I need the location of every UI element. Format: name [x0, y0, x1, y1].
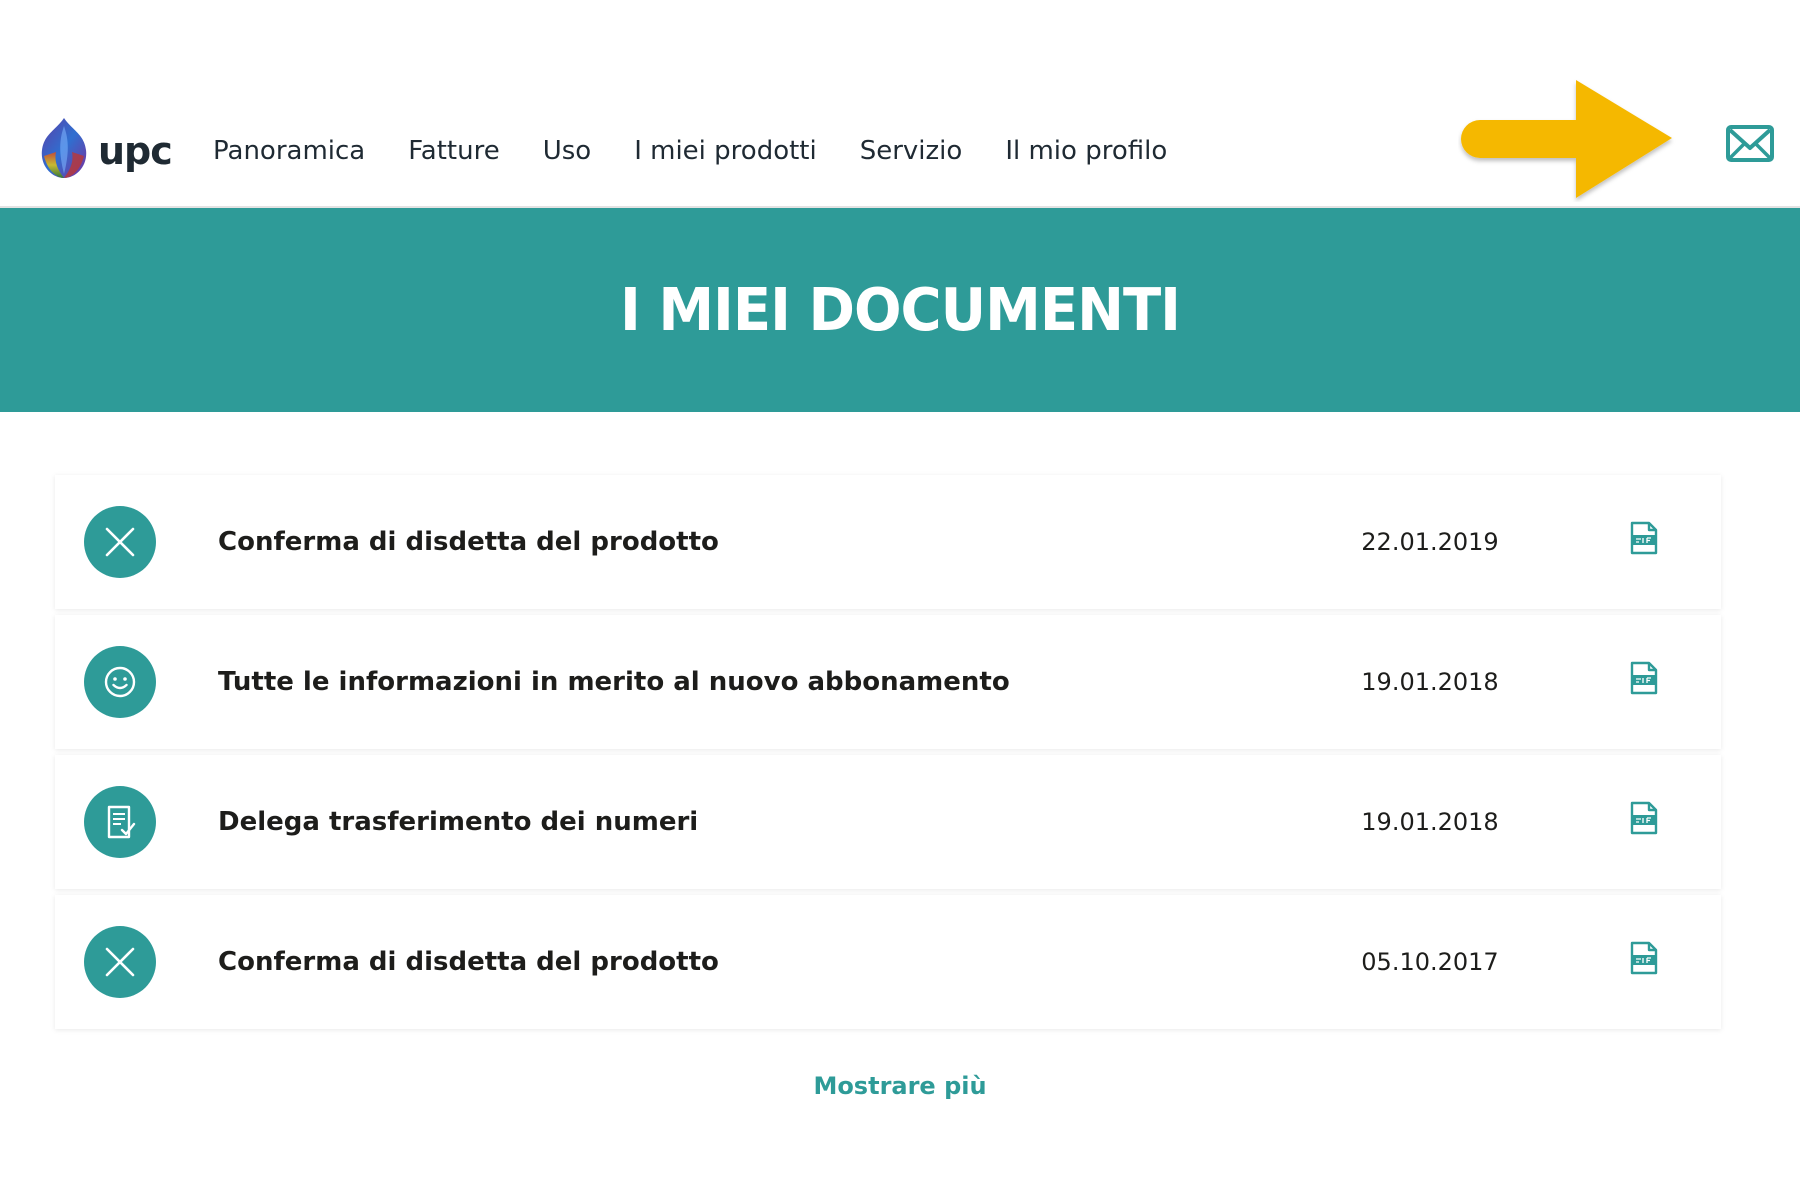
smiley-icon: [84, 646, 156, 718]
document-row[interactable]: Delega trasferimento dei numeri 19.01.20…: [55, 755, 1721, 889]
yellow-arrow-icon: [1461, 80, 1672, 198]
document-row[interactable]: Tutte le informazioni in merito al nuovo…: [55, 615, 1721, 749]
nav-item-panoramica[interactable]: Panoramica: [213, 128, 365, 174]
show-more-link[interactable]: Mostrare più: [0, 1072, 1800, 1100]
pdf-icon[interactable]: [1629, 521, 1659, 555]
document-title: Conferma di disdetta del prodotto: [218, 947, 719, 977]
document-date: 19.01.2018: [1361, 668, 1499, 696]
page-banner: I MIEI DOCUMENTI: [0, 208, 1800, 412]
close-icon: [84, 506, 156, 578]
document-date: 19.01.2018: [1361, 808, 1499, 836]
document-title: Tutte le informazioni in merito al nuovo…: [218, 667, 1010, 697]
logo-wordmark: upc: [98, 129, 173, 173]
page-title: I MIEI DOCUMENTI: [619, 275, 1181, 345]
nav-item-i-miei-prodotti[interactable]: I miei prodotti: [634, 128, 817, 174]
envelope-icon[interactable]: [1726, 124, 1774, 164]
nav-item-servizio[interactable]: Servizio: [860, 128, 963, 174]
main-nav: Panoramica Fatture Uso I miei prodotti S…: [213, 128, 1210, 174]
document-list: Conferma di disdetta del prodotto 22.01.…: [55, 475, 1721, 1035]
pdf-icon[interactable]: [1629, 661, 1659, 695]
document-date: 05.10.2017: [1361, 948, 1499, 976]
nav-item-uso[interactable]: Uso: [543, 128, 591, 174]
close-icon: [84, 926, 156, 998]
pdf-icon[interactable]: [1629, 941, 1659, 975]
top-header: upc Panoramica Fatture Uso I miei prodot…: [0, 0, 1800, 208]
document-row[interactable]: Conferma di disdetta del prodotto 22.01.…: [55, 475, 1721, 609]
document-row[interactable]: Conferma di disdetta del prodotto 05.10.…: [55, 895, 1721, 1029]
nav-item-fatture[interactable]: Fatture: [408, 128, 499, 174]
document-title: Conferma di disdetta del prodotto: [218, 527, 719, 557]
nav-item-il-mio-profilo[interactable]: Il mio profilo: [1005, 128, 1167, 174]
document-title: Delega trasferimento dei numeri: [218, 807, 699, 837]
pdf-icon[interactable]: [1629, 801, 1659, 835]
upc-logo-icon: [41, 118, 87, 178]
upc-logo[interactable]: upc: [36, 114, 176, 184]
document-date: 22.01.2019: [1361, 528, 1499, 556]
document-check-icon: [84, 786, 156, 858]
